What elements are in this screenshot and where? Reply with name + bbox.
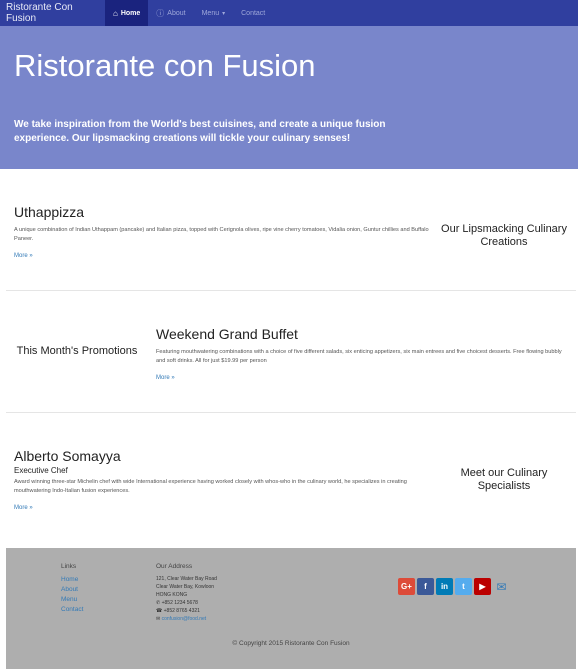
twitter-icon[interactable]: t xyxy=(455,578,472,595)
nav-item-label: About xyxy=(167,9,186,17)
media-description: Featuring mouthwatering combinations wit… xyxy=(156,349,562,364)
more-link[interactable]: More » xyxy=(156,375,175,381)
media-body: Uthappizza A unique combination of India… xyxy=(14,204,434,262)
footer-links-heading: Links xyxy=(61,563,77,570)
media-body: Weekend Grand Buffet Featuring mouthwate… xyxy=(156,326,571,384)
youtube-icon[interactable]: ▶ xyxy=(474,578,491,595)
more-link[interactable]: More » xyxy=(14,505,33,511)
phone-icon: ✆ xyxy=(156,600,161,606)
navbar-brand[interactable]: Ristorante Con Fusion xyxy=(0,2,105,24)
jumbotron-title: Ristorante con Fusion xyxy=(14,48,316,83)
footer: Links Home About Menu Contact Our Addres… xyxy=(6,548,576,669)
envelope-icon: ✉ xyxy=(156,616,161,622)
media-body: Alberto Somayya Executive Chef Award win… xyxy=(14,448,434,514)
nav-item-label: Contact xyxy=(241,9,266,17)
footer-link-about[interactable]: About xyxy=(61,585,83,595)
divider xyxy=(6,412,576,413)
section-side-label: Meet our Culinary Specialists xyxy=(460,467,548,492)
home-icon: ⌂ xyxy=(113,8,118,18)
nav-item-about[interactable]: ⓘ About xyxy=(148,0,193,26)
fax-number: +852 8765 4321 xyxy=(163,608,200,614)
linkedin-icon[interactable]: in xyxy=(436,578,453,595)
nav-item-menu[interactable]: Menu ▾ xyxy=(194,0,234,26)
media-heading: Alberto Somayya xyxy=(14,448,121,464)
footer-address: Our Address 121, Clear Water Bay Road Cl… xyxy=(156,563,217,623)
section-side-label: This Month's Promotions xyxy=(16,345,138,357)
nav-item-label: Menu xyxy=(201,9,220,17)
caret-down-icon: ▾ xyxy=(222,10,226,17)
copyright: © Copyright 2015 Ristorante Con Fusion xyxy=(232,640,350,647)
media-description: A unique combination of Indian Uthappam … xyxy=(14,227,429,242)
address-line: HONG KONG xyxy=(156,592,188,598)
address-line: 121, Clear Water Bay Road xyxy=(156,576,217,582)
facebook-icon[interactable]: f xyxy=(417,578,434,595)
footer-link-home[interactable]: Home xyxy=(61,575,83,585)
nav-item-home[interactable]: ⌂ Home xyxy=(105,0,149,26)
footer-link-menu[interactable]: Menu xyxy=(61,595,83,605)
media-heading: Weekend Grand Buffet xyxy=(156,326,298,342)
social-buttons: G+ f in t ▶ ✉ xyxy=(398,578,510,595)
footer-link-contact[interactable]: Contact xyxy=(61,605,83,615)
footer-links: Links Home About Menu Contact xyxy=(61,563,83,615)
jumbotron: Ristorante con Fusion We take inspiratio… xyxy=(0,26,578,169)
nav-item-contact[interactable]: Contact xyxy=(233,0,273,26)
address-line: Clear Water Bay, Kowloon xyxy=(156,584,215,590)
divider xyxy=(6,290,576,291)
google-plus-icon[interactable]: G+ xyxy=(398,578,415,595)
footer-address-heading: Our Address xyxy=(156,563,193,570)
navbar: Ristorante Con Fusion ⌂ Home ⓘ About Men… xyxy=(0,0,578,26)
nav-item-label: Home xyxy=(120,9,141,17)
more-link[interactable]: More » xyxy=(14,253,33,259)
media-heading: Uthappizza xyxy=(14,204,85,220)
media-subheading: Executive Chef xyxy=(14,466,68,475)
fax-icon: ☎ xyxy=(156,608,163,614)
jumbotron-text: We take inspiration from the World's bes… xyxy=(14,119,386,144)
section-side-label: Our Lipsmacking Culinary Creations xyxy=(441,223,567,248)
info-icon: ⓘ xyxy=(156,8,165,18)
email-link[interactable]: confusion@food.net xyxy=(162,616,207,622)
mail-icon[interactable]: ✉ xyxy=(493,578,510,595)
media-description: Award winning three-star Michelin chef w… xyxy=(14,479,407,494)
phone-number: +852 1234 5678 xyxy=(161,600,198,606)
